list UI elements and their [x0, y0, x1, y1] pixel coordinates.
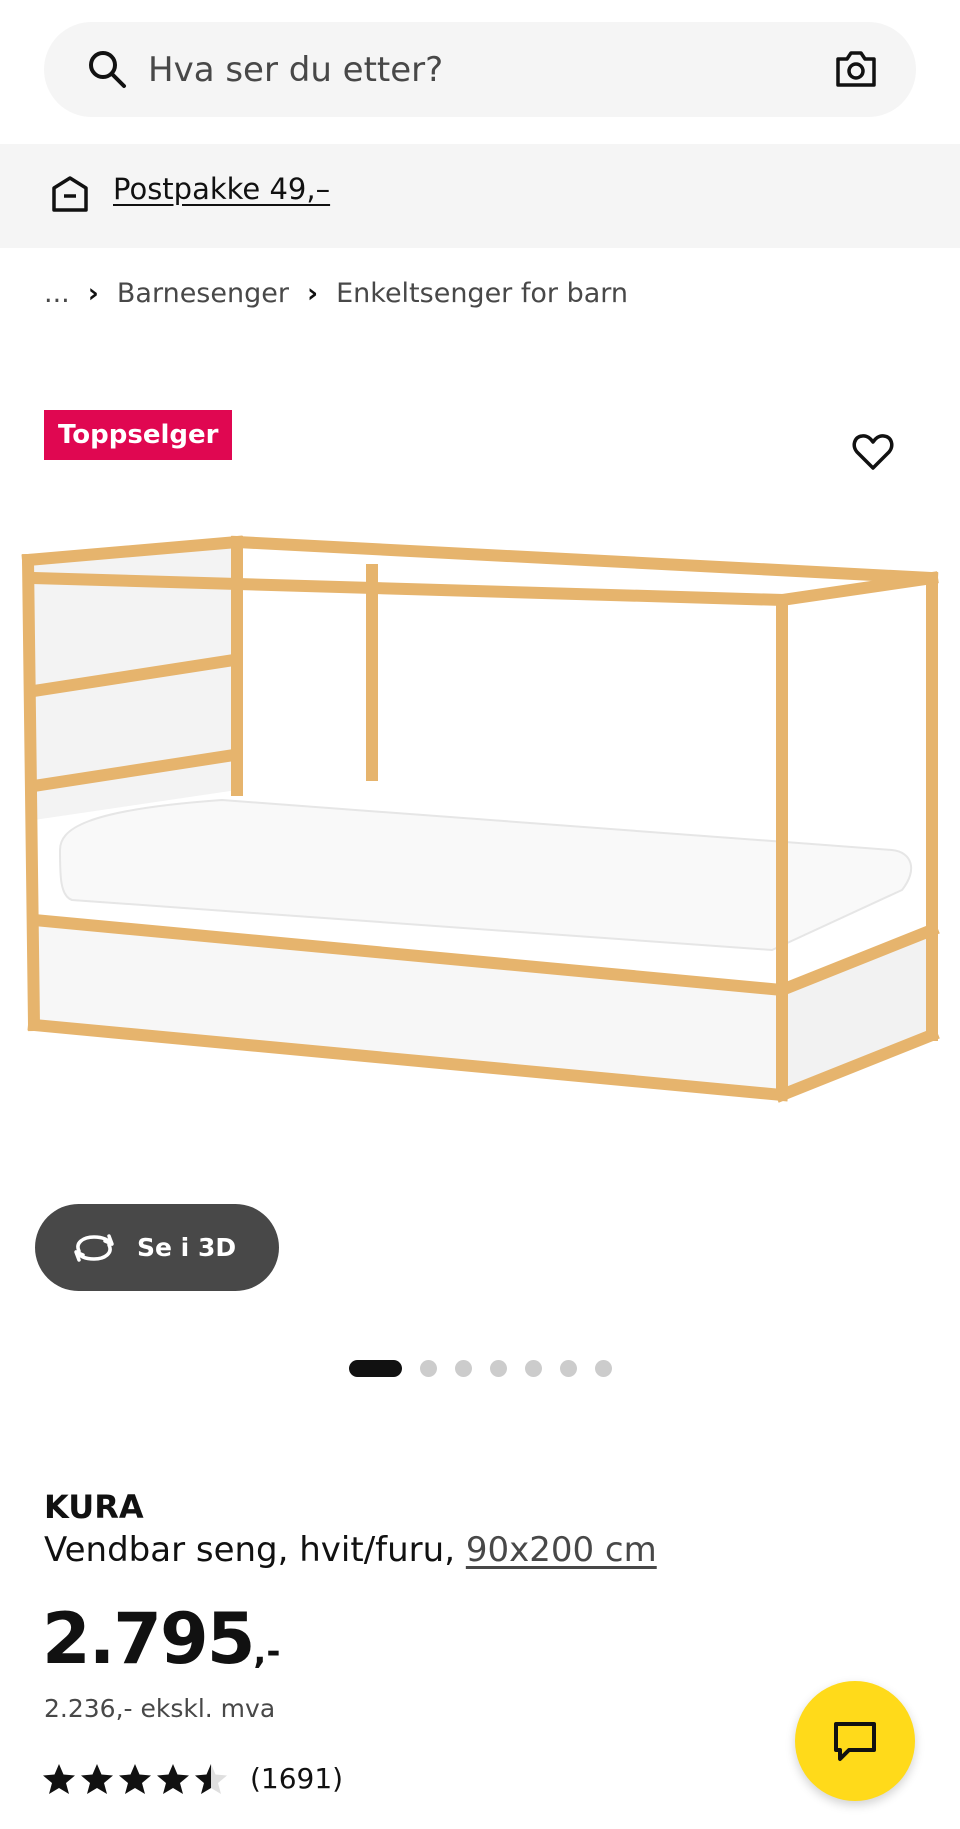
rating-stars: [42, 1763, 232, 1795]
box-icon: [52, 176, 88, 212]
star-icon: [43, 1763, 75, 1794]
top-seller-badge: Toppselger: [44, 410, 233, 460]
price-integer: 2.795: [42, 1598, 255, 1680]
gallery-dot-7[interactable]: [595, 1360, 612, 1377]
camera-icon[interactable]: [834, 49, 878, 89]
product-name: KURA: [44, 1488, 144, 1526]
shipping-promo-link[interactable]: Postpakke 49,–: [113, 172, 330, 206]
search-bar[interactable]: [44, 22, 916, 117]
shipping-promo-banner: Postpakke 49,–: [0, 144, 960, 248]
breadcrumb-ellipsis[interactable]: ...: [44, 278, 70, 309]
search-input[interactable]: [148, 22, 788, 117]
star-icon: [119, 1763, 151, 1794]
breadcrumb: ... › Barnesenger › Enkeltsenger for bar…: [44, 273, 628, 313]
breadcrumb-item-enkeltsenger[interactable]: Enkeltsenger for barn: [336, 278, 628, 309]
half-star-icon: [195, 1763, 227, 1794]
chevron-right-icon: ›: [306, 277, 319, 309]
gallery-dot-6[interactable]: [560, 1360, 577, 1377]
gallery-dot-2[interactable]: [420, 1360, 437, 1377]
chevron-right-icon: ›: [87, 277, 99, 309]
rotate-3d-icon: [74, 1233, 114, 1262]
product-size-link[interactable]: 90x200 cm: [466, 1530, 657, 1570]
chat-icon: [834, 1722, 876, 1761]
gallery-pagination: [349, 1360, 630, 1377]
product-image[interactable]: [12, 530, 948, 1150]
breadcrumb-item-barnesenger[interactable]: Barnesenger: [117, 278, 289, 309]
rating-count: (1691): [250, 1762, 344, 1795]
gallery-dot-5[interactable]: [525, 1360, 542, 1377]
product-price: 2.795 ,-: [42, 1598, 280, 1680]
gallery-dot-1[interactable]: [349, 1360, 402, 1377]
star-icon: [157, 1763, 189, 1794]
product-rating[interactable]: (1691): [42, 1762, 343, 1795]
view-3d-label: Se i 3D: [137, 1233, 237, 1262]
view-3d-button[interactable]: Se i 3D: [35, 1204, 279, 1291]
chat-button[interactable]: [795, 1681, 915, 1801]
star-icon: [81, 1763, 113, 1794]
product-description-text: Vendbar seng, hvit/furu,: [44, 1530, 456, 1570]
price-excl-vat: 2.236,- ekskl. mva: [44, 1694, 276, 1723]
heart-icon[interactable]: [851, 430, 895, 474]
gallery-dot-3[interactable]: [455, 1360, 472, 1377]
product-description: Vendbar seng, hvit/furu, 90x200 cm: [44, 1530, 657, 1570]
price-suffix: ,-: [253, 1632, 281, 1672]
gallery-dot-4[interactable]: [490, 1360, 507, 1377]
search-icon: [89, 51, 126, 88]
